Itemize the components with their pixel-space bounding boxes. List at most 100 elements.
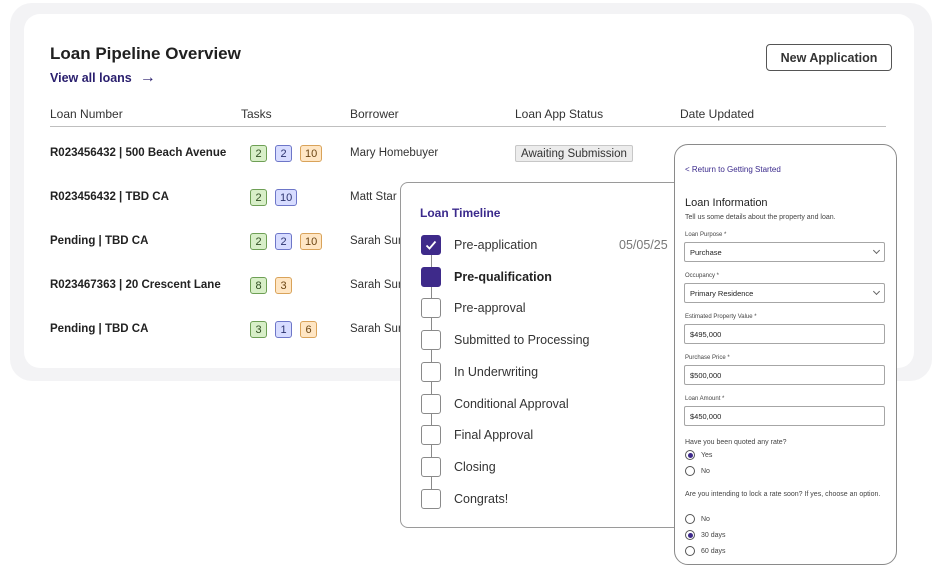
timeline-step-label: Submitted to Processing bbox=[454, 333, 590, 348]
borrower-name: Sarah Sur bbox=[350, 323, 402, 335]
task-badges: 83 bbox=[250, 277, 292, 294]
timeline-title: Loan Timeline bbox=[420, 206, 501, 220]
status-badge: Awaiting Submission bbox=[515, 145, 633, 162]
timeline-step-label: Pre-application bbox=[454, 238, 538, 252]
task-count-badge[interactable]: 2 bbox=[250, 145, 267, 162]
select-field[interactable]: Purchase bbox=[684, 242, 885, 262]
field-value: Purchase bbox=[690, 247, 722, 257]
header-divider bbox=[50, 126, 886, 127]
task-count-badge[interactable]: 2 bbox=[275, 145, 292, 162]
borrower-name: Sarah Sur bbox=[350, 279, 402, 291]
radio-option[interactable]: No bbox=[685, 466, 710, 476]
radio-button[interactable] bbox=[685, 514, 695, 524]
task-badges: 2 2 10 bbox=[250, 145, 323, 162]
task-count-badge[interactable]: 10 bbox=[275, 189, 298, 206]
question-quoted-rate: Have you been quoted any rate? bbox=[685, 439, 787, 446]
radio-button[interactable] bbox=[685, 530, 695, 540]
field-label: Loan Amount * bbox=[685, 396, 725, 402]
radio-label: No bbox=[701, 467, 710, 475]
timeline-step-label: Pre-qualification bbox=[454, 269, 552, 284]
timeline-step-label: Final Approval bbox=[454, 428, 534, 443]
return-to-getting-started-link[interactable]: < Return to Getting Started bbox=[685, 165, 781, 174]
task-count-badge[interactable]: 3 bbox=[250, 321, 267, 338]
form-subtitle: Tell us some details about the property … bbox=[685, 214, 836, 221]
field-label: Loan Purpose * bbox=[685, 232, 727, 238]
loan-number-link[interactable]: R023456432 | 500 Beach Avenue bbox=[50, 147, 226, 159]
field-label: Occupancy * bbox=[685, 273, 720, 279]
loan-number-link[interactable]: Pending | TBD CA bbox=[50, 323, 148, 335]
loan-information-form: < Return to Getting Started Loan Informa… bbox=[674, 144, 897, 565]
task-count-badge[interactable]: 10 bbox=[300, 145, 323, 162]
field-value: $495,000 bbox=[690, 329, 722, 339]
task-count-badge[interactable]: 2 bbox=[250, 233, 267, 250]
timeline-step: Submitted to Processing bbox=[421, 330, 590, 351]
page-title: Loan Pipeline Overview bbox=[50, 44, 241, 63]
task-count-badge[interactable]: 3 bbox=[275, 277, 292, 294]
text-field[interactable]: $450,000 bbox=[684, 406, 885, 426]
radio-option[interactable]: 60 days bbox=[685, 546, 726, 556]
radio-button[interactable] bbox=[685, 450, 695, 460]
chevron-down-icon bbox=[872, 246, 881, 255]
timeline-step: In Underwriting bbox=[421, 361, 539, 382]
loan-timeline-panel: Loan Timeline 05/05/25 Pre-application Pr… bbox=[400, 182, 700, 528]
arrow-right-icon: → bbox=[139, 69, 156, 86]
loan-number-link[interactable]: Pending | TBD CA bbox=[50, 235, 148, 247]
borrower-name: Sarah Sur bbox=[350, 235, 402, 247]
field-label: Purchase Price * bbox=[685, 355, 730, 361]
timeline-step-label: In Underwriting bbox=[454, 364, 539, 379]
borrower-name: Matt Star bbox=[350, 191, 397, 203]
question-lock-rate: Are you intending to lock a rate soon? I… bbox=[685, 491, 881, 498]
loan-number-link[interactable]: R023467363 | 20 Crescent Lane bbox=[50, 279, 221, 291]
column-header-loan-app-status[interactable]: Loan App Status bbox=[515, 107, 603, 121]
field-label: Estimated Property Value * bbox=[685, 314, 757, 320]
loan-number-link[interactable]: R023456432 | TBD CA bbox=[50, 191, 169, 203]
timeline-step: Closing bbox=[421, 456, 496, 477]
task-count-badge[interactable]: 2 bbox=[275, 233, 292, 250]
timeline-step-label: Closing bbox=[454, 459, 496, 474]
step-checkbox bbox=[421, 393, 441, 414]
radio-button[interactable] bbox=[685, 466, 695, 476]
checkmark-icon bbox=[421, 235, 441, 255]
timeline-step: Pre-qualification bbox=[421, 266, 552, 287]
timeline-step-label: Congrats! bbox=[454, 491, 509, 506]
radio-label: 30 days bbox=[701, 531, 726, 539]
radio-label: Yes bbox=[701, 451, 713, 459]
form-title: Loan Information bbox=[685, 197, 768, 209]
task-badges: 2 10 bbox=[250, 189, 298, 206]
task-count-badge[interactable]: 6 bbox=[300, 321, 317, 338]
timeline-date: 05/05/25 bbox=[619, 238, 668, 252]
radio-option[interactable]: No bbox=[685, 514, 710, 524]
column-header-loan-number[interactable]: Loan Number bbox=[50, 107, 123, 121]
step-checkbox bbox=[421, 425, 441, 446]
text-field[interactable]: $495,000 bbox=[684, 324, 885, 344]
column-header-tasks[interactable]: Tasks bbox=[241, 107, 272, 121]
timeline-step: Pre-application bbox=[421, 235, 537, 255]
column-header-date-updated[interactable]: Date Updated bbox=[680, 107, 754, 121]
radio-option[interactable]: 30 days bbox=[685, 530, 726, 540]
task-count-badge[interactable]: 2 bbox=[250, 189, 267, 206]
timeline-step: Final Approval bbox=[421, 425, 534, 446]
radio-button[interactable] bbox=[685, 546, 695, 556]
select-field[interactable]: Primary Residence bbox=[684, 283, 885, 303]
step-checkbox bbox=[421, 266, 441, 287]
step-checkbox bbox=[421, 298, 441, 319]
task-count-badge[interactable]: 8 bbox=[250, 277, 267, 294]
field-value: Primary Residence bbox=[690, 288, 754, 298]
timeline-step: Pre-approval bbox=[421, 298, 526, 319]
task-count-badge[interactable]: 1 bbox=[275, 321, 292, 338]
text-field[interactable]: $500,000 bbox=[684, 365, 885, 385]
task-badges: 316 bbox=[250, 321, 317, 338]
task-count-badge[interactable]: 10 bbox=[300, 233, 323, 250]
task-badges: 2 2 10 bbox=[250, 233, 323, 250]
radio-label: 60 days bbox=[701, 547, 726, 555]
step-checkbox bbox=[421, 361, 441, 382]
view-all-loans-link[interactable]: View all loans → bbox=[50, 70, 156, 86]
new-application-button[interactable]: New Application bbox=[766, 44, 892, 71]
timeline-step-label: Pre-approval bbox=[454, 301, 526, 316]
field-value: $450,000 bbox=[690, 411, 722, 421]
step-checkbox bbox=[421, 456, 441, 477]
column-header-borrower[interactable]: Borrower bbox=[350, 107, 399, 121]
radio-option[interactable]: Yes bbox=[685, 450, 712, 460]
radio-label: No bbox=[701, 515, 710, 523]
timeline-step-label: Conditional Approval bbox=[454, 396, 569, 411]
